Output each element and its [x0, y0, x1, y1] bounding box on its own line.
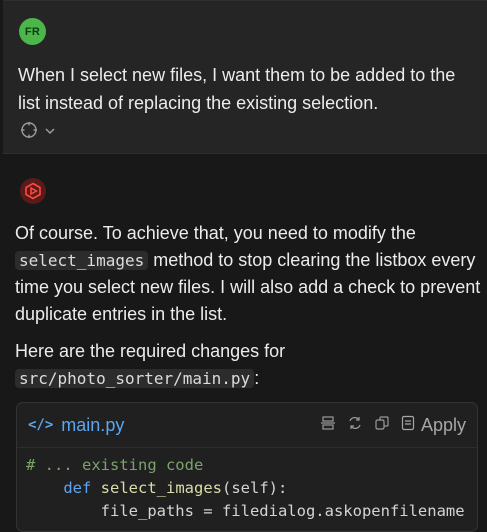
code-block-header: </> main.py Apply	[17, 403, 477, 448]
code-line: file_paths = filedialog.askopenfilename	[26, 500, 468, 523]
apply-label: Apply	[420, 414, 466, 435]
user-message-text: When I select new files, I want them to …	[18, 65, 456, 113]
assistant-paragraph-1: Of course. To achieve that, you need to …	[15, 220, 481, 327]
code-text: file_paths = filedialog.askopenfilename	[26, 502, 465, 520]
code-comment: # ... existing code	[26, 456, 204, 474]
assistant-message-block: Of course. To achieve that, you need to …	[3, 154, 487, 532]
apply-button[interactable]: Apply	[401, 415, 466, 436]
text-span: :	[254, 367, 260, 388]
code-toolbar: Apply	[320, 415, 466, 436]
assistant-logo-icon	[20, 178, 46, 204]
code-block: </> main.py Apply # ... existing code de…	[16, 402, 478, 532]
context-icon[interactable]	[20, 121, 38, 144]
insert-icon[interactable]	[320, 415, 336, 436]
text-span: Here are the required changes for	[15, 341, 286, 361]
code-icon: </>	[28, 417, 54, 433]
inline-code: select_images	[15, 250, 149, 270]
code-keyword: def	[63, 479, 92, 497]
code-line: # ... existing code	[26, 454, 468, 477]
code-content[interactable]: # ... existing code def select_images(se…	[17, 448, 477, 529]
code-filename[interactable]: </> main.py	[28, 415, 124, 436]
apply-icon	[401, 415, 415, 436]
user-avatar: FR	[19, 18, 46, 45]
text-span: Of course. To achieve that, you need to …	[15, 223, 416, 243]
user-message-block: FR When I select new files, I want them …	[3, 0, 487, 154]
copy-icon[interactable]	[374, 415, 390, 436]
code-line: def select_images(self):	[26, 477, 468, 500]
refresh-icon[interactable]	[347, 415, 363, 436]
chevron-down-icon[interactable]	[44, 124, 56, 142]
user-message-actions[interactable]	[20, 121, 56, 144]
inline-code-path: src/photo_sorter/main.py	[15, 368, 255, 388]
code-filename-label: main.py	[61, 414, 125, 435]
assistant-paragraph-2: Here are the required changes for src/ph…	[15, 338, 481, 392]
code-text: (self):	[222, 479, 288, 497]
code-function-name: select_images	[100, 479, 222, 497]
